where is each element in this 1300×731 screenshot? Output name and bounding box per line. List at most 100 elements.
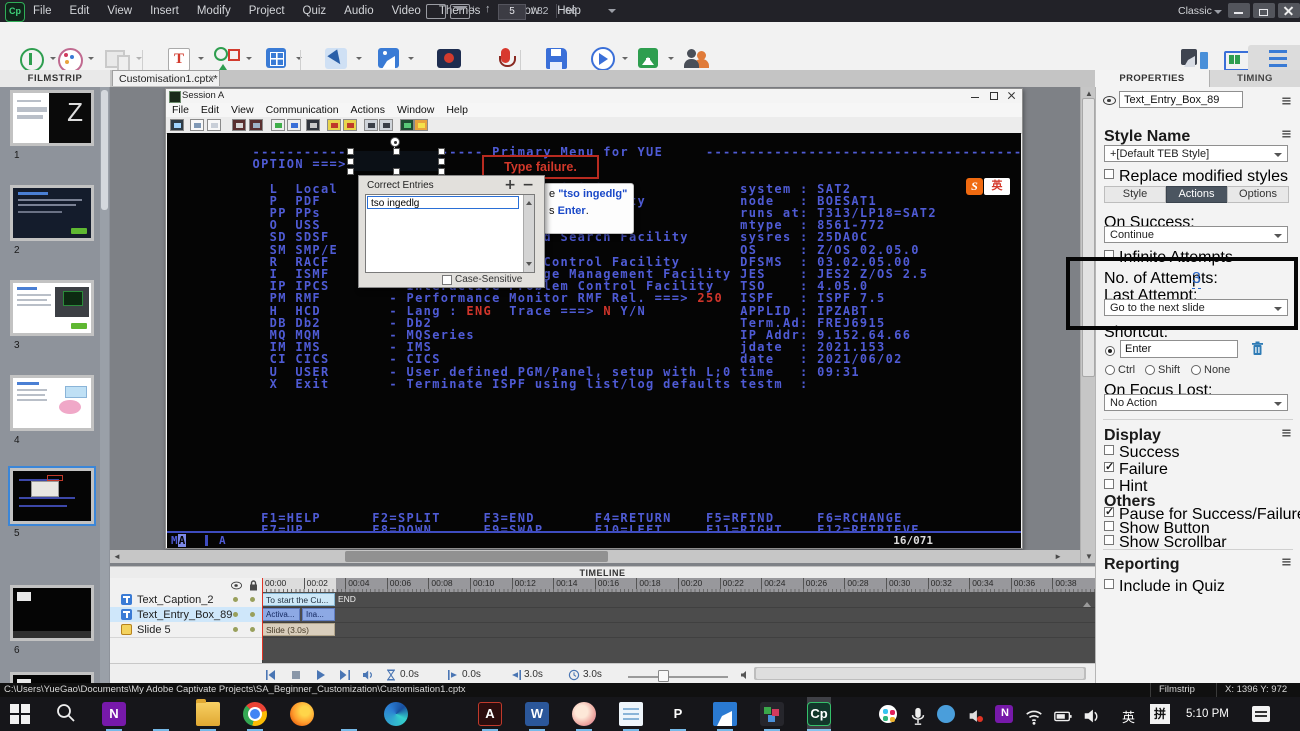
receive-file-icon[interactable] (343, 119, 357, 131)
tray-volume-mixer-icon[interactable] (966, 702, 986, 726)
previous-slide-icon[interactable]: ↓ (471, 3, 477, 15)
menu-insert[interactable]: Insert (141, 0, 188, 22)
lock-dot[interactable] (250, 597, 255, 602)
remove-entry-button[interactable]: − (522, 177, 534, 193)
current-slide-input[interactable]: 5 (498, 4, 526, 20)
taskbar-notepad-icon[interactable] (619, 702, 643, 731)
rotation-handle[interactable] (390, 137, 400, 147)
session-menu-window[interactable]: Window (391, 103, 440, 117)
menu-audio[interactable]: Audio (335, 0, 382, 22)
menu-quiz[interactable]: Quiz (294, 0, 336, 22)
tray-slack-icon[interactable] (879, 702, 899, 726)
display-menu-icon[interactable] (1281, 428, 1292, 440)
timeline-bar-ina-[interactable]: Ina... (302, 608, 335, 621)
timeline-eye-icon[interactable] (230, 581, 243, 590)
session-menu-edit[interactable]: Edit (195, 103, 225, 117)
last-attempt-dropdown[interactable]: Go to the next slide (1104, 299, 1288, 316)
restore-button[interactable] (1253, 3, 1275, 18)
find-icon[interactable] (232, 119, 246, 131)
selection-handle[interactable] (438, 168, 445, 175)
success-checkbox[interactable] (1104, 445, 1114, 455)
visibility-eye-icon[interactable] (1103, 96, 1116, 105)
taskbar-captivate-icon[interactable]: Cp (807, 697, 831, 731)
subtab-style[interactable]: Style (1104, 186, 1166, 203)
case-sensitive-option[interactable]: Case-Sensitive (442, 274, 522, 285)
taskbar-photos-icon[interactable] (713, 702, 737, 731)
lock-dot[interactable] (250, 627, 255, 632)
style-dropdown[interactable]: +[Default TEB Style] (1104, 145, 1288, 162)
menu-file[interactable]: File (24, 0, 61, 22)
taskbar-snagit-icon[interactable] (760, 702, 784, 731)
timeline-row-slide-5[interactable]: Slide 5 (110, 622, 262, 638)
include-in-quiz-checkbox[interactable] (1104, 579, 1114, 589)
timeline-scroll-up-icon[interactable] (1083, 598, 1091, 607)
keymap-icon[interactable] (414, 119, 428, 131)
delete-shortcut-icon[interactable] (1251, 341, 1264, 356)
taskbar-start-icon[interactable] (8, 702, 32, 726)
hint-caption-object[interactable]: e "tso ingedlg" s Enter. (543, 183, 634, 234)
item-name-input[interactable] (1119, 91, 1243, 108)
slide-thumbnail-partial[interactable] (10, 672, 94, 683)
copy-icon[interactable] (190, 119, 204, 131)
dropdown-caret-icon[interactable] (296, 57, 302, 63)
slide-thumbnail-1[interactable]: Z (10, 90, 94, 146)
name-menu-icon[interactable] (1281, 96, 1292, 108)
mini-screen2-icon[interactable] (379, 119, 393, 131)
slide-thumbnail-6[interactable] (10, 585, 94, 641)
visibility-dot[interactable] (233, 612, 238, 617)
skip-to-end-button[interactable] (338, 668, 352, 680)
taskbar-firefox-icon[interactable] (290, 702, 314, 726)
close-button[interactable] (1278, 3, 1300, 18)
ime-lang-indicator[interactable]: 英 (1122, 707, 1135, 726)
globe-icon[interactable] (400, 119, 414, 131)
correct-entries-list[interactable]: tso ingedlg (365, 194, 535, 273)
filmstrip-scrollbar-thumb[interactable] (101, 90, 108, 210)
slide-thumbnail-5[interactable] (8, 466, 96, 526)
timeline-zoom-slider[interactable] (628, 676, 728, 678)
modifier-radio-shift[interactable] (1145, 365, 1155, 375)
style-menu-icon[interactable] (1281, 129, 1292, 141)
play-button[interactable] (314, 668, 328, 680)
selection-handle[interactable] (438, 158, 445, 165)
slide-thumbnail-3[interactable] (10, 280, 94, 336)
minimize-button[interactable] (1228, 3, 1250, 18)
screen-blue-icon[interactable] (287, 119, 301, 131)
workspace-caret[interactable] (1214, 10, 1222, 18)
failure-checkbox[interactable] (1104, 460, 1114, 473)
screen-green-icon[interactable] (271, 119, 285, 131)
modifier-radio-ctrl[interactable] (1105, 365, 1115, 375)
session-menu-communication[interactable]: Communication (260, 103, 345, 117)
timeline-ruler[interactable]: 00:00 00:02 00:04 00:06 00:08 00:10 00:12 00:14… (262, 578, 1095, 592)
menu-modify[interactable]: Modify (188, 0, 240, 22)
tray-speaker-icon[interactable] (1082, 702, 1102, 726)
taskbar-explorer-icon[interactable] (196, 699, 220, 731)
session-menu-view[interactable]: View (225, 103, 260, 117)
tab-close-icon[interactable]: × (209, 71, 215, 87)
stage-vscrollbar-thumb[interactable] (1082, 98, 1095, 377)
capture-icon[interactable] (306, 119, 320, 131)
workspace-switcher[interactable]: Classic (1178, 4, 1212, 18)
on-success-dropdown[interactable]: Continue (1104, 226, 1288, 243)
shortcut-input[interactable] (1120, 340, 1238, 358)
taskbar-onenote-icon[interactable]: N (102, 702, 126, 731)
reporting-menu-icon[interactable] (1281, 557, 1292, 569)
taskbar-chrome-icon[interactable] (243, 702, 267, 731)
taskbar-powerpoint-icon[interactable]: P (666, 702, 690, 731)
correct-entry-item[interactable]: tso ingedlg (367, 196, 519, 209)
timeline-playhead[interactable] (262, 578, 263, 660)
lock-dot[interactable] (250, 612, 255, 617)
send-file-icon[interactable] (327, 119, 341, 131)
selection-handle[interactable] (347, 168, 354, 175)
tab-timing[interactable]: TIMING (1210, 70, 1300, 87)
session-menu-help[interactable]: Help (440, 103, 474, 117)
tray-teams-icon[interactable] (937, 702, 957, 726)
timeline-hscrollbar[interactable] (754, 667, 1086, 680)
mute-button[interactable] (362, 668, 376, 680)
case-sensitive-checkbox[interactable] (442, 275, 452, 285)
visibility-dot[interactable] (233, 597, 238, 602)
tray-onenote-tray-icon[interactable]: N (995, 702, 1015, 726)
captions-icon[interactable] (426, 4, 446, 19)
timeline-row-text-entry-box-89[interactable]: Text_Entry_Box_89 (110, 607, 262, 623)
entries-scrollbar[interactable] (523, 195, 534, 272)
add-entry-button[interactable]: + (504, 177, 516, 193)
